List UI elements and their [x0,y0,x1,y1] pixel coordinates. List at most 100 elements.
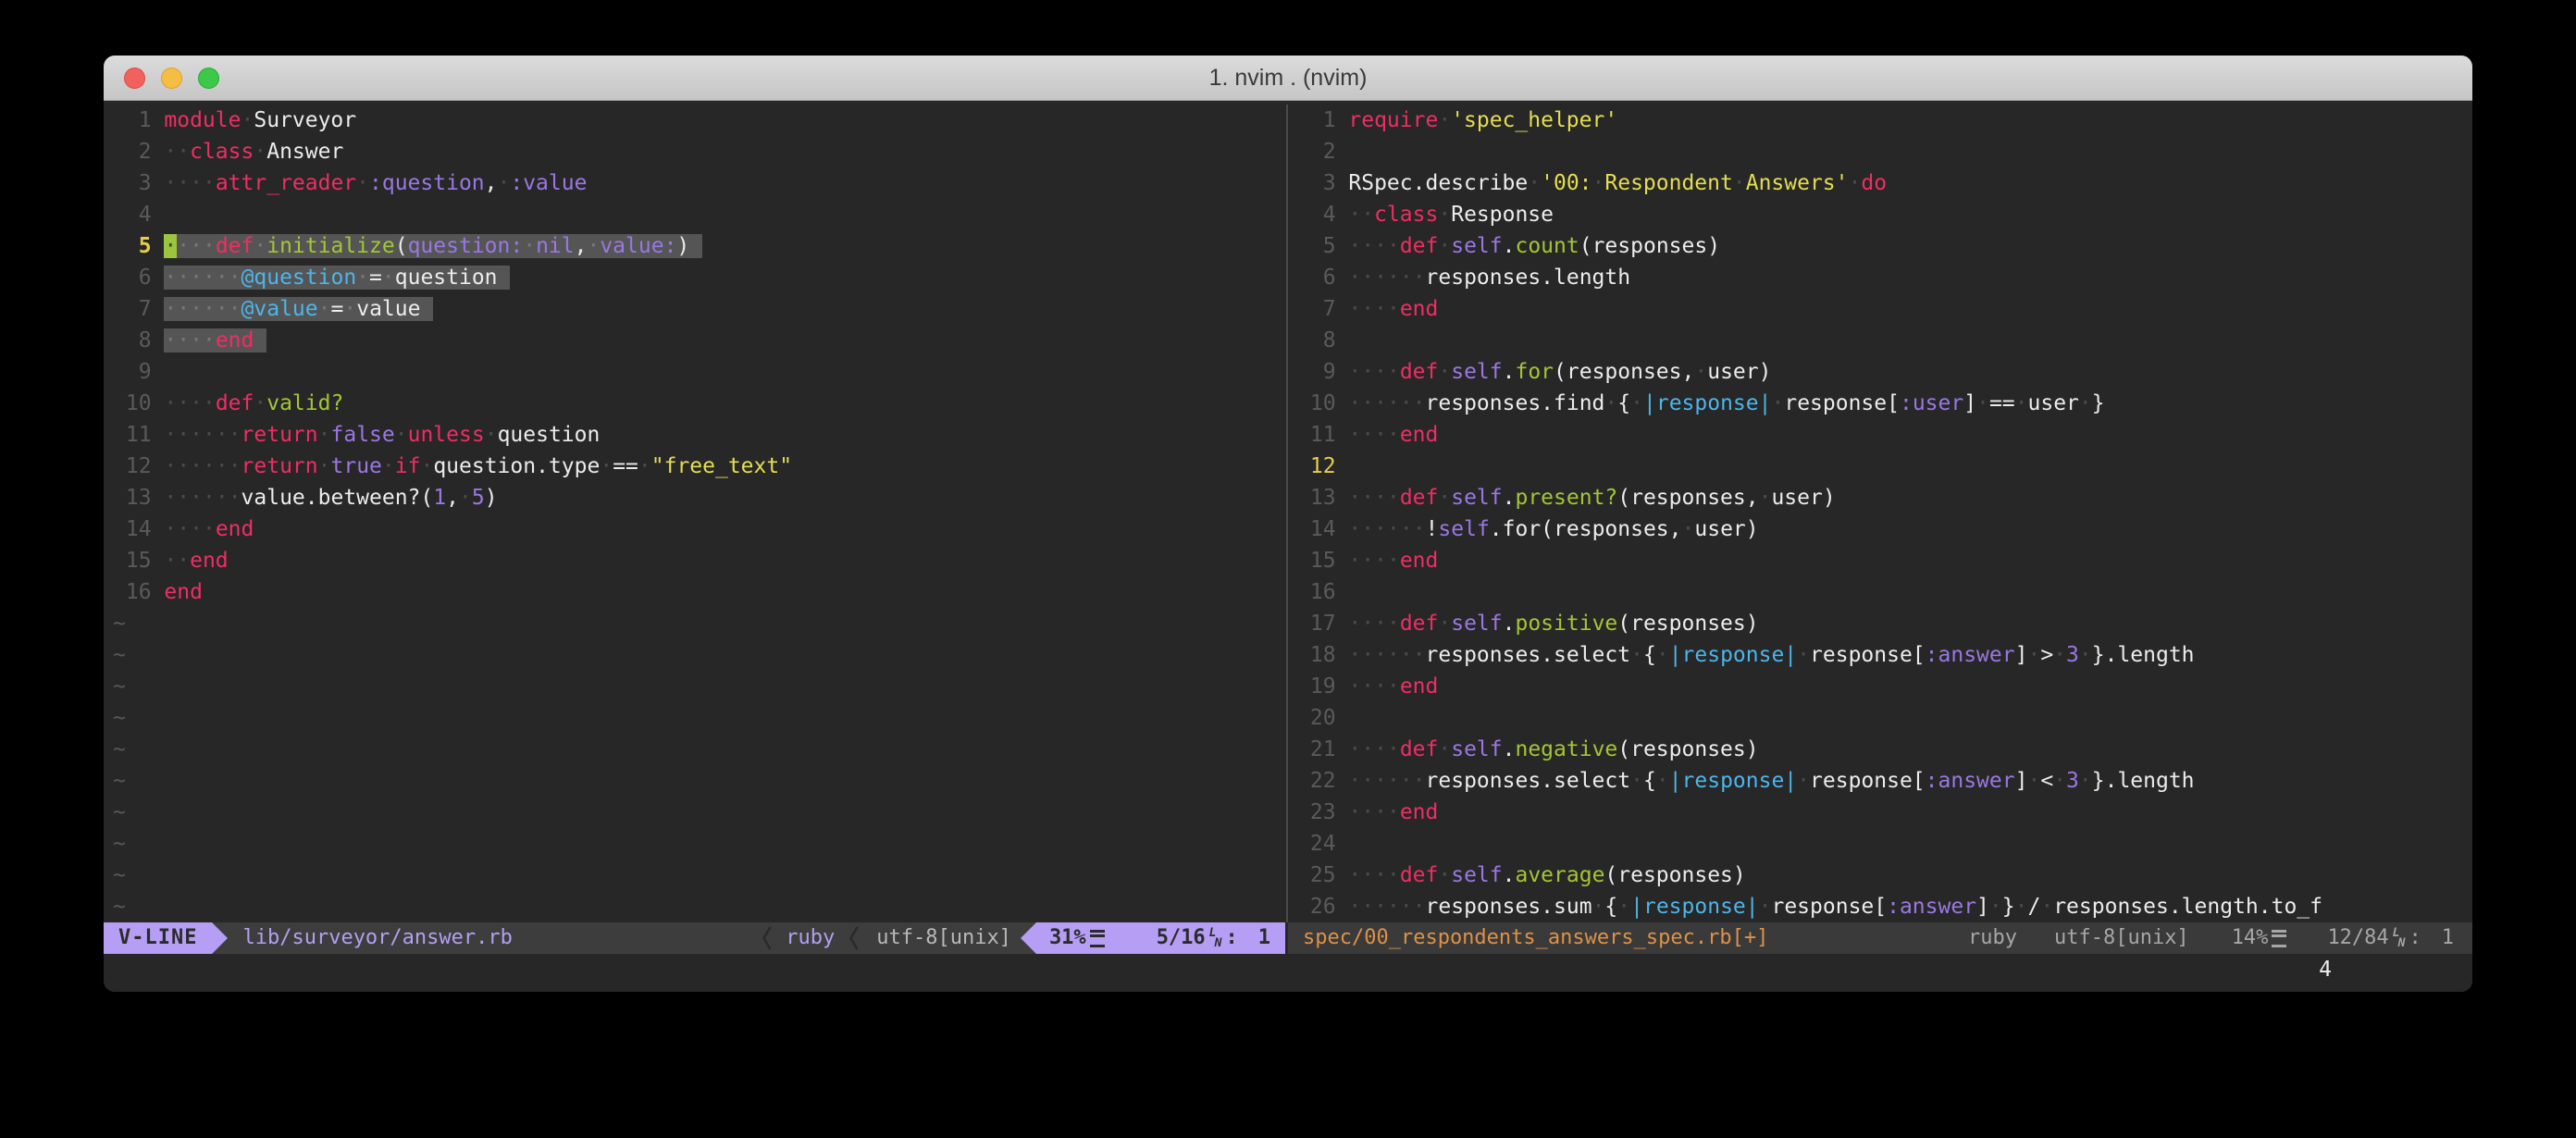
code-line[interactable]: 16 end [113,576,1285,608]
code-buffer-left[interactable]: 1 module·Surveyor 2 ··class·Answer 3 ···… [104,105,1285,922]
pending-command-count: 4 [2319,954,2332,985]
powerline-arrow-icon [212,922,228,954]
empty-line-tilde: ~ [113,769,126,793]
line-number: 18 [1297,643,1348,667]
code-line[interactable]: 3 RSpec.describe·'00:·Respondent·Answers… [1297,167,2472,199]
filetype-label: ruby [1968,922,2017,954]
code-line[interactable]: 9 ····def·self.for(responses,·user) [1297,356,2472,388]
code-line[interactable]: 9 [113,356,1285,388]
line-number: 9 [113,360,164,384]
code-line[interactable]: 13 ····def·self.present?(responses,·user… [1297,482,2472,513]
line-number: 8 [113,328,164,353]
pane-answer-rb[interactable]: 1 module·Surveyor 2 ··class·Answer 3 ···… [104,105,1285,954]
code-line[interactable]: 20 [1297,702,2472,734]
position-info: 31% 5/16 LN : 1 [1036,922,1285,954]
filetype-label: ruby [786,922,835,954]
scroll-percent: 14% [2232,922,2269,954]
code-line[interactable]: 25 ····def·self.average(responses) [1297,860,2472,891]
code-line[interactable]: 22 ······responses.select·{·|response|·r… [1297,765,2472,797]
empty-line-tilde: ~ [113,737,126,761]
file-path: spec/00_respondents_answers_spec.rb[+] [1303,922,1768,954]
code-line[interactable]: 8 [1297,325,2472,356]
code-line[interactable]: 21 ····def·self.negative(responses) [1297,734,2472,765]
code-line[interactable]: 17 ····def·self.positive(responses) [1297,608,2472,639]
code-line[interactable]: 13 ······value.between?(1,·5) [113,482,1285,513]
code-line[interactable]: ~ [113,734,1285,765]
code-line[interactable]: 10 ······responses.find·{·|response|·res… [1297,388,2472,419]
code-line[interactable]: 11 ······return·false·unless·question [113,419,1285,451]
chevron-left-icon [848,922,860,954]
code-line[interactable]: 10 ····def·valid? [113,388,1285,419]
code-line[interactable]: 4 [113,199,1285,230]
code-line[interactable]: ~ [113,639,1285,671]
line-number: 12 [1297,454,1348,478]
code-line[interactable]: ~ [113,891,1285,922]
code-line[interactable]: ~ [113,765,1285,797]
code-line[interactable]: ~ [113,860,1285,891]
code-line[interactable]: 12 [1297,451,2472,482]
code-line[interactable]: 19 ····end [1297,671,2472,702]
code-line[interactable]: 8 ····end [113,325,1285,356]
code-line[interactable]: 1 require·'spec_helper' [1297,105,2472,136]
line-number: 1 [1297,108,1348,132]
encoding-label: utf-8[unix] [2054,922,2189,954]
code-line[interactable]: ~ [113,608,1285,639]
pane-spec-rb[interactable]: 1 require·'spec_helper' 2 3 RSpec.descri… [1288,105,2472,954]
code-line[interactable]: ~ [113,702,1285,734]
encoding-label: utf-8[unix] [876,922,1011,954]
code-line[interactable]: 6 ······responses.length [1297,262,2472,293]
code-line[interactable]: 24 [1297,828,2472,860]
line-number: 3 [113,171,164,195]
code-line[interactable]: 3 ····attr_reader·:question,·:value [113,167,1285,199]
code-line[interactable]: 7 ······@value·=·value [113,293,1285,325]
code-line[interactable]: 2 ··class·Answer [113,136,1285,167]
line-number: 2 [113,140,164,164]
menu-lines-icon [2272,930,2286,947]
code-line[interactable]: 14 ······!self.for(responses,·user) [1297,513,2472,545]
chevron-left-icon [761,922,773,954]
code-line[interactable]: 15 ····end [1297,545,2472,576]
menu-lines-icon [1090,930,1105,947]
code-line[interactable]: 18 ······responses.select·{·|response|·r… [1297,639,2472,671]
file-path: lib/surveyor/answer.rb [242,922,512,954]
column-number: 1 [1258,922,1270,954]
line-number: 10 [1297,391,1348,415]
empty-line-tilde: ~ [113,800,126,824]
line-number: 6 [113,266,164,290]
empty-line-tilde: ~ [113,706,126,730]
code-line[interactable]: 1 module·Surveyor [113,105,1285,136]
line-number: 5 [113,234,164,258]
line-number: 20 [1297,706,1348,730]
line-number: 13 [113,486,164,510]
line-number: 8 [1297,328,1348,353]
line-number: 14 [113,517,164,541]
code-line[interactable]: 23 ····end [1297,797,2472,828]
line-number: 14 [1297,517,1348,541]
code-line[interactable]: 12 ······return·true·if·question.type·==… [113,451,1285,482]
code-line[interactable]: ~ [113,671,1285,702]
code-line[interactable]: 6 ······@question·=·question [113,262,1285,293]
code-line[interactable]: 15 ··end [113,545,1285,576]
code-line[interactable]: 14 ····end [113,513,1285,545]
code-line[interactable]: ~ [113,797,1285,828]
code-line[interactable]: 11 ····end [1297,419,2472,451]
line-number: 15 [113,549,164,573]
code-line[interactable]: 2 [1297,136,2472,167]
line-number: 2 [1297,140,1348,164]
code-buffer-right[interactable]: 1 require·'spec_helper' 2 3 RSpec.descri… [1288,105,2472,922]
empty-line-tilde: ~ [113,895,126,919]
code-line[interactable]: 26 ······responses.sum·{·|response|·resp… [1297,891,2472,922]
cursor-block: · [164,234,177,258]
code-line[interactable]: 5 ····def·initialize(question:·nil,·valu… [113,230,1285,262]
code-line[interactable]: 4 ··class·Response [1297,199,2472,230]
code-line[interactable]: 16 [1297,576,2472,608]
line-number-icon: LN [1209,927,1222,949]
titlebar[interactable]: 1. nvim . (nvim) [104,56,2472,101]
code-line[interactable]: 5 ····def·self.count(responses) [1297,230,2472,262]
editor-splits: 1 module·Surveyor 2 ··class·Answer 3 ···… [104,105,2472,954]
line-number: 9 [1297,360,1348,384]
colon-separator: : [2409,922,2421,954]
code-line[interactable]: ~ [113,828,1285,860]
code-line[interactable]: 7 ····end [1297,293,2472,325]
command-line[interactable]: 4 [104,954,2472,985]
